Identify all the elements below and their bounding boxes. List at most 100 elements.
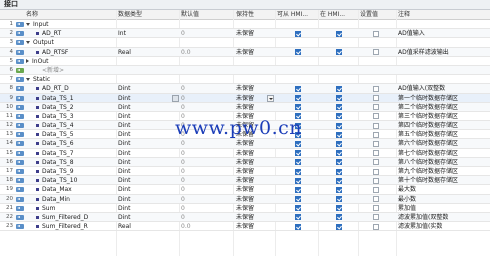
retain-dropdown-arrow-icon[interactable] xyxy=(267,94,274,102)
data-type-cell[interactable]: Dint xyxy=(118,149,173,158)
default-value-cell[interactable]: 0 xyxy=(181,185,231,194)
retain-cell[interactable]: 未保留 xyxy=(236,185,288,194)
default-value-cell[interactable] xyxy=(181,75,231,84)
comment-cell[interactable]: 滤波累加值(实数 xyxy=(398,222,488,231)
var-name-cell[interactable]: Static xyxy=(26,75,114,84)
var-name-cell[interactable]: Data_TS_10 xyxy=(26,176,124,185)
expand-arrow-icon[interactable] xyxy=(26,78,30,82)
setpoint-checkbox[interactable] xyxy=(373,122,379,129)
hmi-visible-checkbox[interactable] xyxy=(336,177,342,184)
retain-cell[interactable]: 未保留 xyxy=(236,204,288,213)
retain-cell[interactable] xyxy=(236,66,288,75)
setpoint-checkbox[interactable] xyxy=(373,113,379,120)
hmi-visible-checkbox[interactable] xyxy=(336,49,342,56)
data-type-cell[interactable]: Real xyxy=(118,222,173,231)
comment-cell[interactable] xyxy=(398,66,488,75)
default-value-cell[interactable]: 0.0 xyxy=(181,48,231,57)
data-type-cell[interactable]: Dint xyxy=(118,213,173,222)
setpoint-checkbox[interactable] xyxy=(373,159,379,166)
hmi-access-checkbox[interactable] xyxy=(295,205,301,212)
hmi-access-checkbox[interactable] xyxy=(295,150,301,157)
hmi-visible-checkbox[interactable] xyxy=(336,30,342,37)
data-type-cell[interactable]: Dint xyxy=(118,176,173,185)
var-name-cell[interactable]: Data_TS_4 xyxy=(26,121,124,130)
setpoint-checkbox[interactable] xyxy=(373,196,379,203)
default-value-cell[interactable]: 0 xyxy=(181,94,231,103)
setpoint-checkbox[interactable] xyxy=(373,223,379,230)
section-row[interactable]: 5 InOut xyxy=(0,57,490,66)
comment-cell[interactable]: 第六个临时数据存储区 xyxy=(398,139,488,148)
table-row[interactable]: 21 Sum Dint 0 未保留 累加值 xyxy=(0,204,490,213)
var-name-cell[interactable]: Data_TS_2 xyxy=(26,103,124,112)
table-row[interactable]: 16 Data_TS_8 Dint 0 未保留 第八个临时数据存储区 xyxy=(0,157,490,167)
default-value-cell[interactable]: 0 xyxy=(181,158,231,167)
hmi-visible-checkbox[interactable] xyxy=(336,122,342,129)
col-default-header[interactable]: 默认值 xyxy=(181,10,231,19)
var-name-cell[interactable]: Data_Max xyxy=(26,185,124,194)
section-row[interactable]: 7 Static xyxy=(0,75,490,85)
default-value-cell[interactable] xyxy=(181,57,231,66)
default-value-cell[interactable]: 0 xyxy=(181,204,231,213)
table-row[interactable]: 14 Data_TS_6 Dint 0 未保留 第六个临时数据存储区 xyxy=(0,139,490,149)
retain-cell[interactable]: 未保留 xyxy=(236,167,288,176)
table-row[interactable]: 10 Data_TS_2 Dint 0 未保留 第二个临时数据存储区 xyxy=(0,102,490,112)
retain-cell[interactable] xyxy=(236,75,288,84)
retain-cell[interactable]: 未保留 xyxy=(236,195,288,204)
hmi-access-checkbox[interactable] xyxy=(295,30,301,37)
hmi-visible-checkbox[interactable] xyxy=(336,113,342,120)
table-row[interactable]: 23 Sum_Filtered_R Real 0.0 未保留 滤波累加值(实数 xyxy=(0,222,490,232)
default-value-cell[interactable]: 0 xyxy=(181,213,231,222)
default-value-cell[interactable]: 0 xyxy=(181,176,231,185)
var-name-cell[interactable]: Sum_Filtered_R xyxy=(26,222,124,231)
var-name-cell[interactable]: Data_TS_5 xyxy=(26,130,124,139)
retain-cell[interactable]: 未保留 xyxy=(236,94,288,103)
data-type-cell[interactable]: Dint xyxy=(118,185,173,194)
hmi-visible-checkbox[interactable] xyxy=(336,104,342,111)
comment-cell[interactable]: 第四个临时数据存储区 xyxy=(398,121,488,130)
data-type-cell[interactable]: Dint xyxy=(118,94,173,103)
comment-cell[interactable]: AD值输入 xyxy=(398,29,488,38)
setpoint-checkbox[interactable] xyxy=(373,30,379,37)
hmi-access-checkbox[interactable] xyxy=(295,168,301,175)
col-name-header[interactable]: 名称 xyxy=(26,10,106,19)
retain-cell[interactable]: 未保留 xyxy=(236,213,288,222)
setpoint-checkbox[interactable] xyxy=(373,95,379,101)
default-value-cell[interactable]: 0 xyxy=(181,195,231,204)
default-value-cell[interactable]: 0 xyxy=(181,103,231,112)
table-row[interactable]: 4 AD_RTSF Real 0.0 未保留 AD值采样滤波输出 xyxy=(0,47,490,57)
hmi-access-checkbox[interactable] xyxy=(295,85,301,92)
hmi-visible-checkbox[interactable] xyxy=(336,159,342,166)
hmi-visible-checkbox[interactable] xyxy=(336,150,342,157)
var-name-cell[interactable]: Input xyxy=(26,20,114,29)
var-name-cell[interactable]: Data_TS_8 xyxy=(26,158,124,167)
hmi-visible-checkbox[interactable] xyxy=(336,85,342,92)
hmi-visible-checkbox[interactable] xyxy=(336,223,342,230)
comment-cell[interactable]: AD值输入(双整数 xyxy=(398,84,488,93)
default-value-cell[interactable] xyxy=(181,20,231,29)
var-name-cell[interactable]: Data_Min xyxy=(26,195,124,204)
data-type-cell[interactable] xyxy=(118,66,173,75)
table-row[interactable]: 17 Data_TS_9 Dint 0 未保留 第九个临时数据存储区 xyxy=(0,167,490,177)
retain-cell[interactable] xyxy=(236,20,288,29)
data-type-cell[interactable] xyxy=(118,75,173,84)
var-name-cell[interactable]: AD_RTSF xyxy=(26,48,124,57)
hmi-access-checkbox[interactable] xyxy=(295,104,301,111)
hmi-access-checkbox[interactable] xyxy=(295,177,301,184)
comment-cell[interactable]: 第三个临时数据存储区 xyxy=(398,112,488,121)
setpoint-checkbox[interactable] xyxy=(373,214,379,221)
setpoint-checkbox[interactable] xyxy=(373,150,379,157)
comment-cell[interactable]: 累加值 xyxy=(398,204,488,213)
setpoint-checkbox[interactable] xyxy=(373,168,379,175)
comment-cell[interactable]: 滤波累加值(双整数 xyxy=(398,213,488,222)
table-row[interactable]: 20 Data_Min Dint 0 未保留 最小数 xyxy=(0,194,490,204)
retain-cell[interactable]: 未保留 xyxy=(236,84,288,93)
comment-cell[interactable]: 第八个临时数据存储区 xyxy=(398,158,488,167)
datatype-picker-button[interactable] xyxy=(172,94,179,102)
data-type-cell[interactable] xyxy=(118,38,173,47)
default-value-cell[interactable]: 0 xyxy=(181,84,231,93)
data-type-cell[interactable]: Dint xyxy=(118,112,173,121)
data-type-cell[interactable]: Dint xyxy=(118,195,173,204)
retain-cell[interactable]: 未保留 xyxy=(236,158,288,167)
hmi-access-checkbox[interactable] xyxy=(295,95,301,101)
data-type-cell[interactable]: Dint xyxy=(118,139,173,148)
